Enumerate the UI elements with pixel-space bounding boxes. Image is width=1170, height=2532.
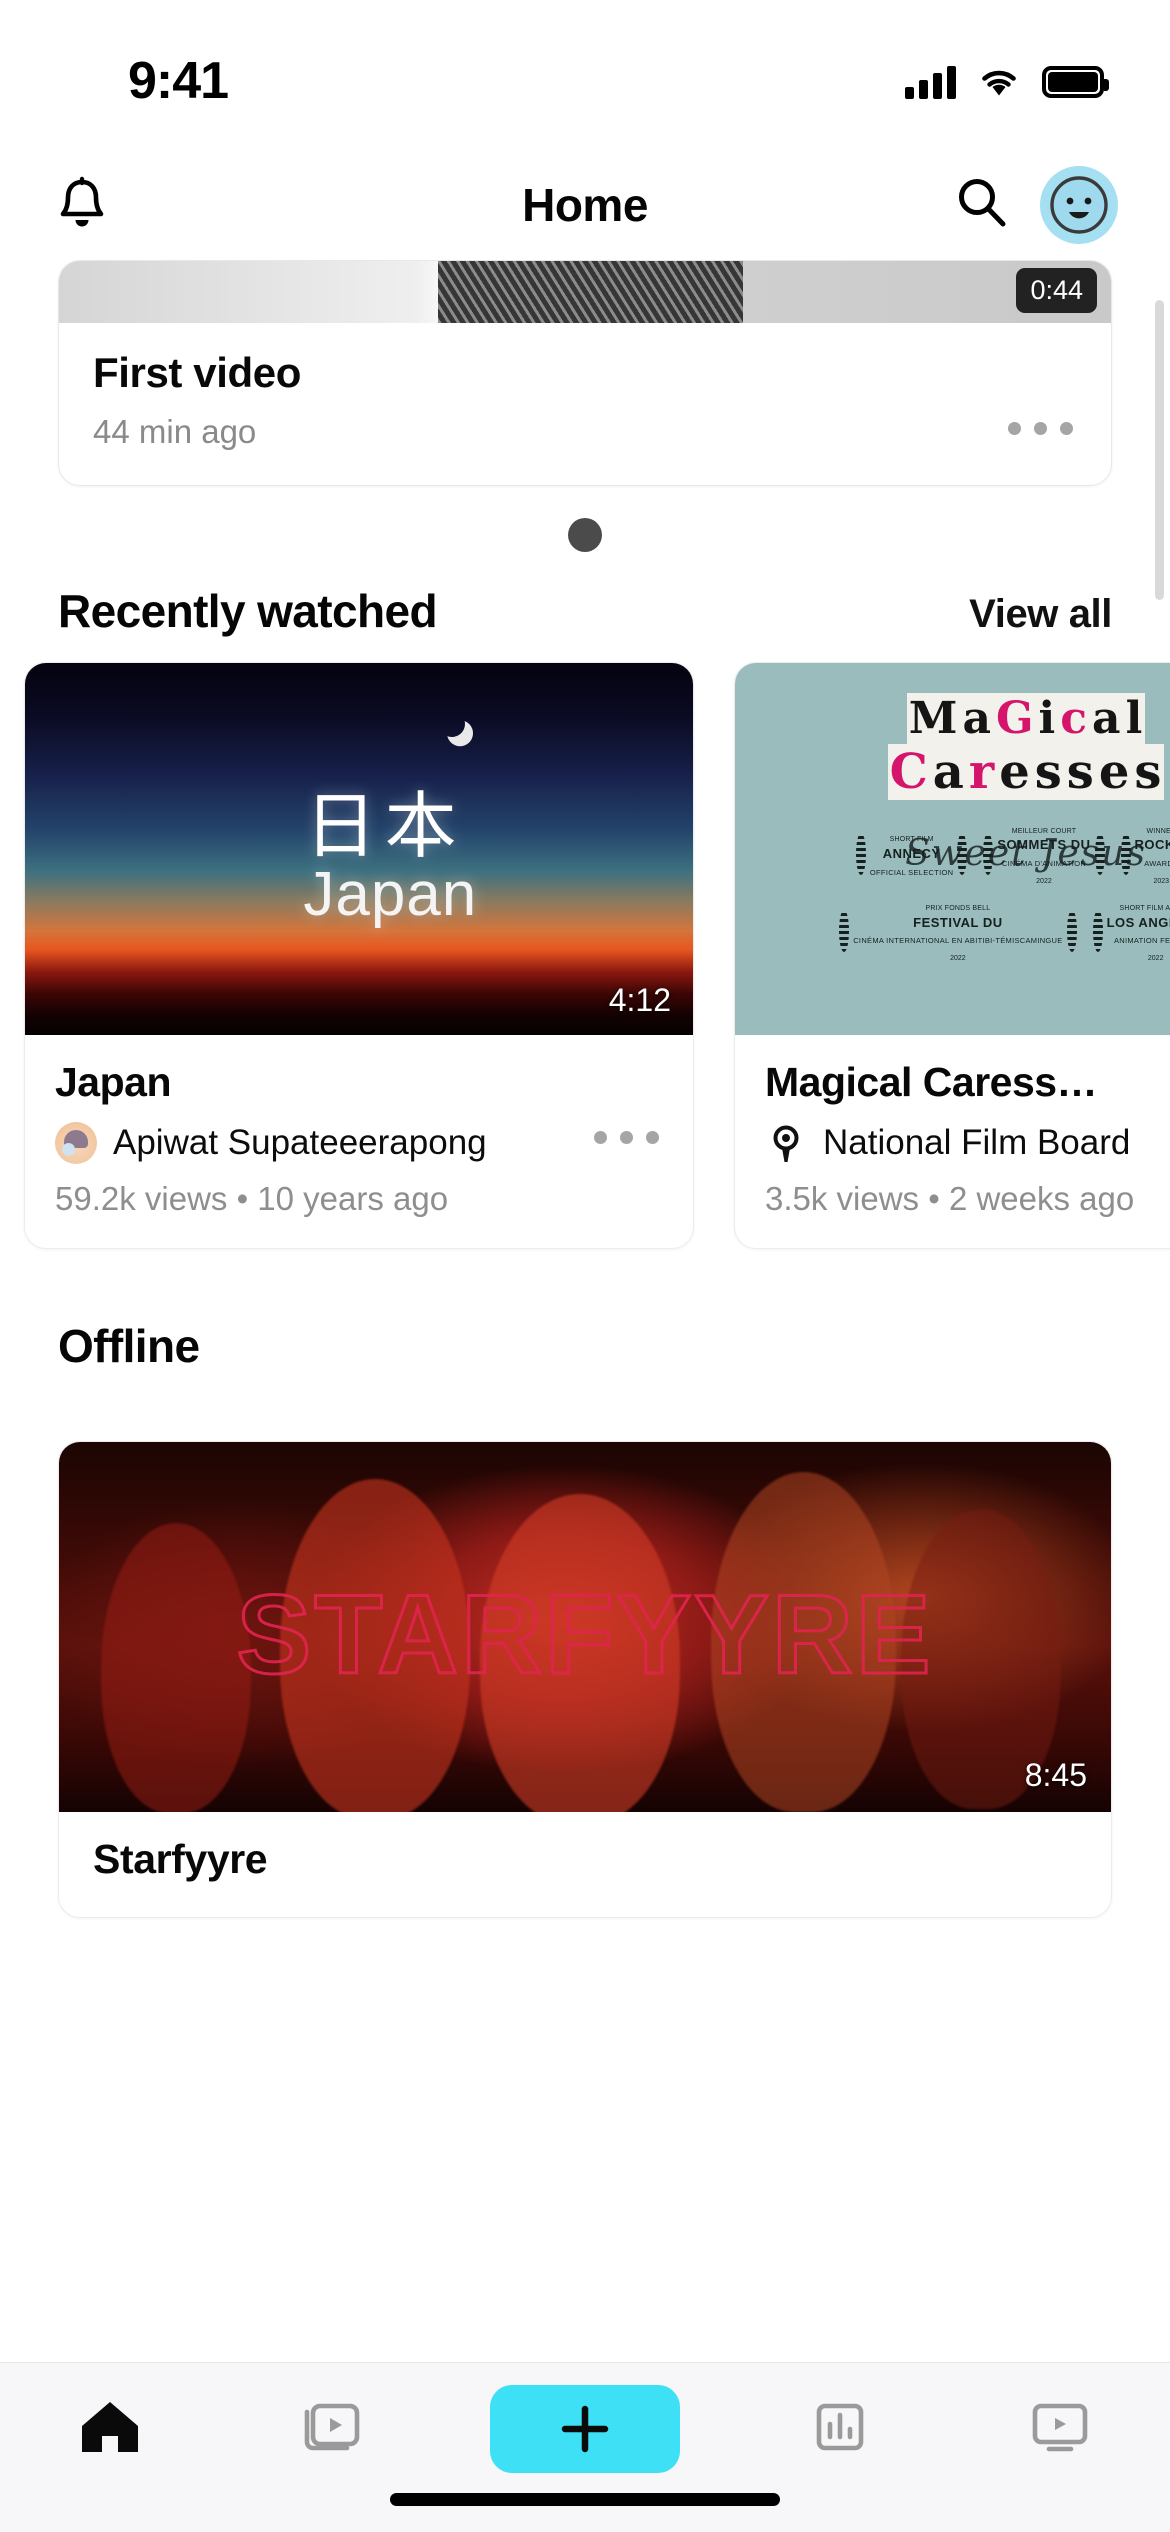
- duration-label: 4:12: [608, 982, 671, 1018]
- main-scroll-area[interactable]: 0:44 First video 44 min ago Recently wat…: [0, 260, 1170, 2392]
- video-meta: 3.5k views • 2 weeks ago: [765, 1180, 1135, 1217]
- video-title: Japan: [55, 1059, 172, 1105]
- section-header-recently-watched: Recently watched View all: [0, 558, 1170, 662]
- tab-home[interactable]: [50, 2385, 170, 2469]
- video-thumbnail: STARFYYRE 8:45: [59, 1442, 1111, 1812]
- featured-thumbnail: 0:44: [59, 261, 1111, 323]
- more-options-icon[interactable]: [594, 1131, 659, 1144]
- home-icon: [82, 2402, 138, 2452]
- featured-video-card[interactable]: 0:44 First video 44 min ago: [58, 260, 1112, 486]
- channel-name: National Film Board: [823, 1123, 1131, 1162]
- library-stack-icon: [304, 2403, 360, 2451]
- status-indicators: [905, 65, 1109, 99]
- video-card-japan[interactable]: 日本 Japan 4:12 Japan Apiwat Supateeerapon…: [24, 662, 694, 1249]
- duration-label: 8:45: [1024, 1757, 1087, 1793]
- avatar[interactable]: [1040, 166, 1118, 244]
- channel-avatar: [765, 1122, 807, 1164]
- channel-avatar: [55, 1122, 97, 1164]
- video-title: Magical Caress…: [765, 1059, 1098, 1105]
- status-time: 9:41: [128, 52, 229, 110]
- wifi-icon: [978, 65, 1020, 99]
- vertical-scrollbar[interactable]: [1155, 300, 1164, 600]
- laurel-badge: SHORT FILM AWARDLOS ANGELESANIMATION FES…: [1092, 898, 1170, 965]
- bottom-tab-bar: [0, 2362, 1170, 2532]
- tab-videos[interactable]: [1000, 2385, 1120, 2469]
- tab-analytics[interactable]: [780, 2385, 900, 2469]
- video-title: Starfyyre: [93, 1836, 268, 1882]
- video-monitor-icon: [1032, 2403, 1088, 2452]
- video-thumbnail: MaGical Caresses Sweet Jesus SHORT FILM A…: [735, 663, 1170, 1035]
- duration-badge: 0:44: [1016, 268, 1097, 313]
- status-bar: 9:41: [0, 0, 1170, 150]
- search-icon[interactable]: [952, 173, 1012, 238]
- festival-laurels: SHORT FILM ANNECY OFFICIAL SELECTION MEILL…: [755, 821, 1170, 975]
- video-thumbnail: 日本 Japan 4:12: [25, 663, 693, 1035]
- carousel-pagination[interactable]: [0, 518, 1170, 552]
- more-options-icon[interactable]: [1008, 422, 1073, 435]
- section-title: Offline: [58, 1320, 200, 1372]
- cellular-signal-icon: [905, 65, 956, 99]
- channel-name: Apiwat Supateeerapong: [113, 1123, 487, 1162]
- video-card-starfyyre[interactable]: STARFYYRE 8:45 Starfyyre: [58, 1441, 1112, 1918]
- tab-create[interactable]: [490, 2385, 680, 2473]
- featured-video-title: First video: [93, 349, 301, 396]
- section-header-offline: Offline: [0, 1249, 1170, 1397]
- video-meta: 59.2k views • 10 years ago: [55, 1180, 449, 1217]
- view-all-link[interactable]: View all: [969, 592, 1112, 637]
- laurel-badge: SHORT FILM ANNECY OFFICIAL SELECTION: [855, 821, 968, 888]
- thumbnail-kanji-text: 日本: [304, 784, 465, 868]
- thumbnail-wordmark: STARFYYRE: [235, 1571, 934, 1699]
- recently-watched-rail[interactable]: 日本 Japan 4:12 Japan Apiwat Supateeerapon…: [0, 662, 1170, 1249]
- laurel-badge: PRIX FONDS BELL FESTIVAL DU CINÉMA INTERNA…: [839, 898, 1077, 965]
- laurel-badge: MEILLEUR COURT SOMMETS DU CINÉMA D'ANIMATI…: [983, 821, 1105, 888]
- thumbnail-texture: [437, 261, 743, 323]
- tab-library[interactable]: [270, 2385, 390, 2469]
- home-indicator: [390, 2493, 780, 2506]
- laurel-badge: WINNERROCKIEAWARDS2023: [1120, 821, 1170, 888]
- plus-icon: [561, 2405, 609, 2453]
- app-header: Home: [0, 150, 1170, 260]
- battery-icon: [1042, 66, 1109, 98]
- section-title: Recently watched: [58, 585, 438, 637]
- analytics-bar-chart-icon: [816, 2403, 864, 2451]
- pagination-dot[interactable]: [568, 518, 602, 552]
- thumbnail-latin-text: Japan: [303, 860, 478, 929]
- poster-title: MaGical Caresses: [887, 693, 1165, 800]
- featured-video-timestamp: 44 min ago: [93, 413, 257, 450]
- video-card-magical-caresses[interactable]: MaGical Caresses Sweet Jesus SHORT FILM A…: [734, 662, 1170, 1249]
